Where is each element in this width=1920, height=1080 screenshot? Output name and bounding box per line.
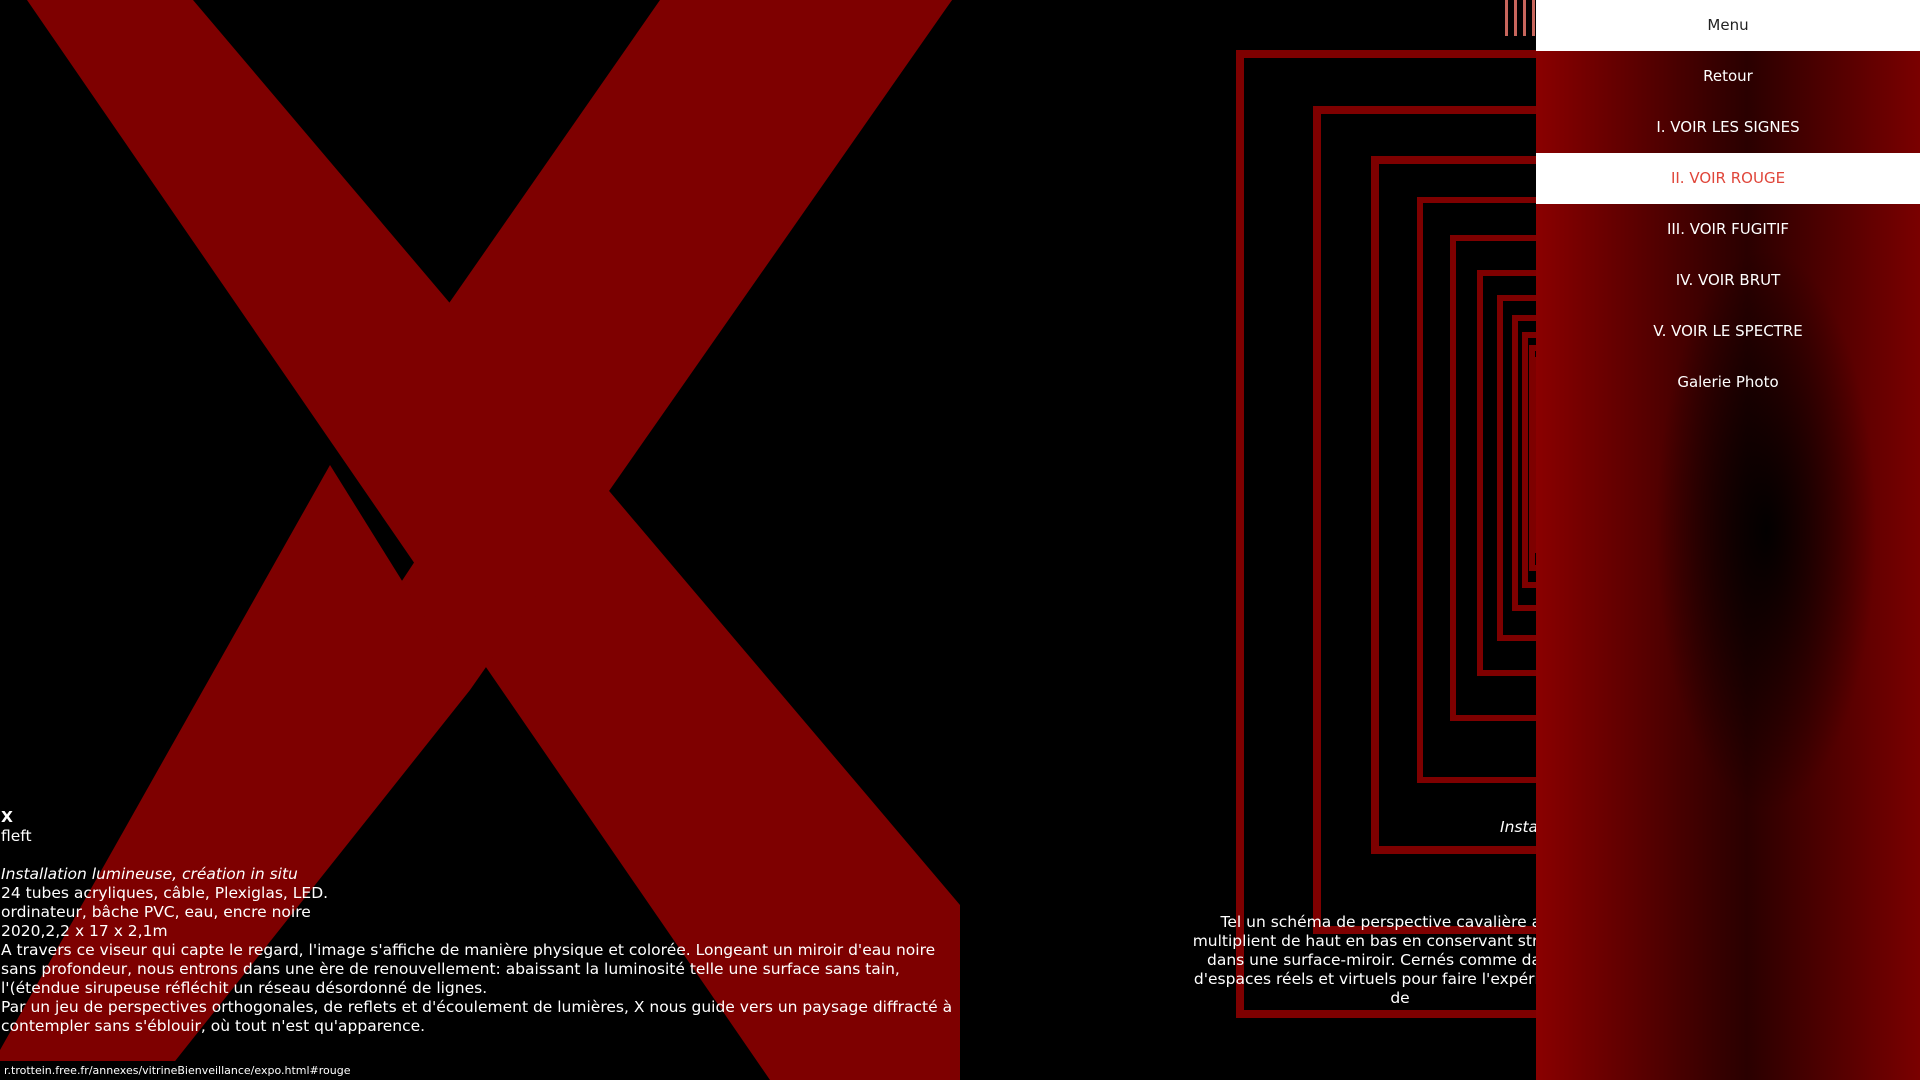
page: X fleft Installation lumineuse, création… xyxy=(0,0,1920,1080)
artwork-materials-2: ordinateur, bâche PVC, eau, encre noire xyxy=(1,903,311,921)
artwork-kind: Installation lumineuse, création in situ xyxy=(1,865,298,883)
artwork-year-dimensions: 2020,2,2 x 17 x 2,1m xyxy=(1,922,168,940)
x-stroke-cover xyxy=(342,0,952,457)
menu-item-voir-fugitif[interactable]: III. VOIR FUGITIF xyxy=(1536,204,1920,255)
artwork-title: X xyxy=(1,808,13,826)
artwork-subtitle: fleft xyxy=(1,827,32,845)
artwork-description-2: Par un jeu de perspectives orthogonales,… xyxy=(1,998,953,1035)
menu-item-voir-le-spectre[interactable]: V. VOIR LE SPECTRE xyxy=(1536,306,1920,357)
top-bars-decoration xyxy=(1505,0,1535,36)
menu-header[interactable]: Menu xyxy=(1536,0,1920,51)
menu-item-voir-brut[interactable]: IV. VOIR BRUT xyxy=(1536,255,1920,306)
menu-item-galerie-photo[interactable]: Galerie Photo xyxy=(1536,357,1920,408)
menu-item-voir-rouge[interactable]: II. VOIR ROUGE xyxy=(1536,153,1920,204)
menu-item-retour[interactable]: Retour xyxy=(1536,51,1920,102)
artwork-caption-left: X fleft Installation lumineuse, création… xyxy=(1,808,961,1036)
artwork-description-1: A travers ce viseur qui capte le regard,… xyxy=(1,941,936,997)
side-menu: Menu Retour I. VOIR LES SIGNES II. VOIR … xyxy=(1536,0,1920,1080)
status-bar-url: r.trottein.free.fr/annexes/vitrineBienve… xyxy=(0,1061,357,1080)
menu-list: Retour I. VOIR LES SIGNES II. VOIR ROUGE… xyxy=(1536,51,1920,408)
artwork-materials-1: 24 tubes acryliques, câble, Plexiglas, L… xyxy=(1,884,329,902)
menu-item-voir-les-signes[interactable]: I. VOIR LES SIGNES xyxy=(1536,102,1920,153)
